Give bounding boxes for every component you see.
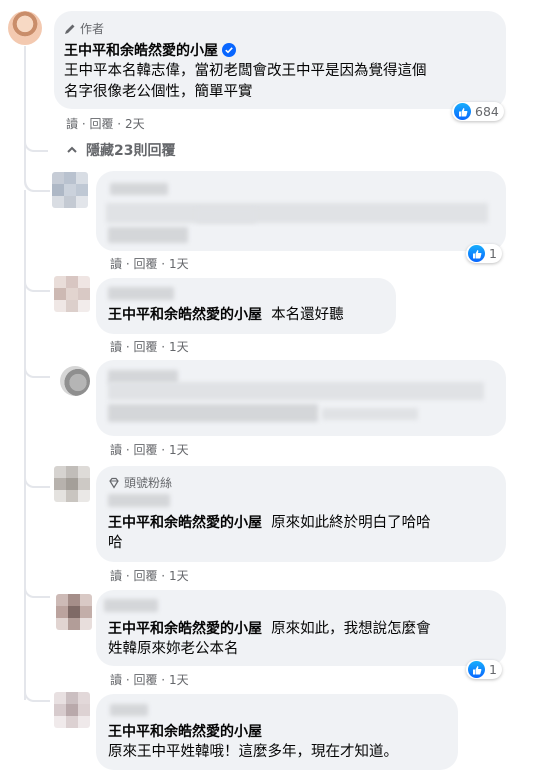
reply-action[interactable]: 回覆 (133, 443, 157, 457)
reply-text: 原來如此終於明白了哈哈 (271, 515, 431, 531)
diamond-icon (109, 477, 119, 489)
reply-bubble (96, 360, 506, 436)
commenter-avatar[interactable] (54, 276, 90, 312)
read-action[interactable]: 讀 (110, 340, 122, 354)
comment-time[interactable]: 2天 (125, 117, 145, 131)
blurred-text (196, 209, 256, 223)
mention-tag[interactable]: 王中平和余皓然愛的小屋 (108, 515, 262, 531)
fan-badge: 頭號粉絲 (108, 474, 172, 491)
fan-badge-label: 頭號粉絲 (124, 476, 173, 490)
author-comment-line2: 名字很像老公個性，簡單平實 (64, 84, 253, 100)
read-action[interactable]: 讀 (66, 117, 78, 131)
commenter-avatar[interactable] (52, 172, 88, 208)
thread-line (24, 376, 26, 486)
thread-branch (24, 364, 50, 378)
thread-branch (24, 584, 50, 598)
author-actions: 讀 · 回覆 · 2天 (66, 117, 145, 131)
mention-tag[interactable]: 王中平和余皓然愛的小屋 (108, 307, 262, 323)
reply-action[interactable]: 回覆 (133, 257, 157, 271)
thread-line (24, 46, 56, 150)
reply-action[interactable]: 回覆 (89, 117, 113, 131)
author-comment-bubble: 作者 王中平和余皓然愛的小屋 王中平本名韓志偉，當初老闆會改王中平是因為覺得這個… (54, 11, 506, 109)
chevron-up-icon (67, 146, 77, 153)
commenter-avatar[interactable] (54, 466, 90, 502)
mention-tag[interactable]: 王中平和余皓然愛的小屋 (108, 724, 262, 740)
like-icon (468, 245, 485, 262)
reply-content: 王中平和余皓然愛的小屋 本名還好聽 (108, 304, 344, 326)
reply-actions: 讀 · 回覆 · 1天 (110, 443, 189, 457)
author-avatar[interactable] (8, 11, 42, 45)
reply-bubble: 王中平和余皓然愛的小屋 本名還好聽 (96, 278, 396, 334)
author-badge-label: 作者 (80, 22, 105, 36)
author-like-number: 684 (475, 104, 499, 119)
reply-action[interactable]: 回覆 (133, 569, 157, 583)
blurred-text (106, 203, 488, 223)
read-action[interactable]: 讀 (110, 257, 122, 271)
reply-content: 王中平和余皓然愛的小屋 (108, 721, 262, 741)
reply-text: 姓韓原來妳老公本名 (108, 641, 239, 657)
reply-like-count[interactable]: 1 (466, 660, 502, 679)
blurred-text (108, 404, 318, 422)
reply-bubble (96, 171, 506, 251)
thread-branch (24, 688, 50, 702)
author-comment-line1: 王中平本名韓志偉，當初老闆會改王中平是因為覺得這個 (64, 63, 427, 79)
read-action[interactable]: 讀 (110, 443, 122, 457)
author-name-row: 王中平和余皓然愛的小屋 (64, 40, 236, 60)
mention-tag[interactable]: 王中平和余皓然愛的小屋 (108, 621, 262, 637)
commenter-avatar[interactable] (54, 692, 90, 728)
reply-bubble: 王中平和余皓然愛的小屋 原來如此，我想說怎麼會 姓韓原來妳老公本名 (96, 590, 506, 666)
thread-line (24, 190, 26, 290)
like-icon (468, 661, 485, 678)
reply-text: 哈 (108, 535, 123, 551)
comment-time[interactable]: 1天 (169, 569, 189, 583)
reply-content: 王中平和余皓然愛的小屋 原來如此，我想說怎麼會 (108, 618, 431, 640)
blurred-text (108, 382, 484, 400)
thread-branch (24, 278, 50, 292)
blurred-text (108, 227, 188, 243)
blurred-name (108, 287, 174, 300)
reply-bubble: 王中平和余皓然愛的小屋 原來王中平姓韓哦！這麼多年，現在才知道。 (96, 694, 458, 770)
pencil-icon (65, 24, 75, 34)
reply-actions: 讀 · 回覆 · 1天 (110, 673, 189, 687)
thread-branch (24, 474, 50, 488)
like-icon (454, 103, 471, 120)
reply-like-number: 1 (489, 246, 497, 261)
commenter-avatar[interactable] (60, 366, 90, 396)
read-action[interactable]: 讀 (110, 673, 122, 687)
author-like-count[interactable]: 684 (452, 102, 504, 121)
reply-action[interactable]: 回覆 (133, 673, 157, 687)
thread-line (24, 486, 26, 596)
reply-actions: 讀 · 回覆 · 1天 (110, 569, 189, 583)
reply-actions: 讀 · 回覆 · 1天 (110, 257, 189, 271)
comment-time[interactable]: 1天 (169, 340, 189, 354)
blurred-text (322, 408, 418, 420)
author-badge: 作者 (64, 20, 104, 37)
reply-text: 本名還好聽 (271, 307, 344, 323)
read-action[interactable]: 讀 (110, 569, 122, 583)
reply-text: 原來王中平姓韓哦！這麼多年，現在才知道。 (108, 744, 398, 760)
hide-replies-label: 隱藏23則回覆 (86, 143, 176, 159)
reply-like-count[interactable]: 1 (466, 244, 502, 263)
reply-content: 王中平和余皓然愛的小屋 原來如此終於明白了哈哈 (108, 512, 431, 534)
thread-branch (24, 178, 50, 192)
blurred-name (108, 494, 170, 507)
comment-time[interactable]: 1天 (169, 443, 189, 457)
blurred-name (104, 599, 158, 612)
hide-replies-toggle[interactable]: 隱藏23則回覆 (66, 140, 175, 160)
reply-bubble: 頭號粉絲 王中平和余皓然愛的小屋 原來如此終於明白了哈哈 哈 (96, 466, 506, 562)
reply-like-number: 1 (489, 662, 497, 677)
comment-time[interactable]: 1天 (169, 257, 189, 271)
comment-time[interactable]: 1天 (169, 673, 189, 687)
commenter-avatar[interactable] (56, 594, 92, 630)
reply-action[interactable]: 回覆 (133, 340, 157, 354)
blurred-name (110, 183, 168, 195)
reply-actions: 讀 · 回覆 · 1天 (110, 340, 189, 354)
thread-line (24, 596, 26, 700)
verified-icon (222, 43, 236, 57)
author-name[interactable]: 王中平和余皓然愛的小屋 (64, 40, 218, 60)
reply-text: 原來如此，我想說怎麼會 (271, 621, 431, 637)
blurred-name (110, 704, 148, 716)
